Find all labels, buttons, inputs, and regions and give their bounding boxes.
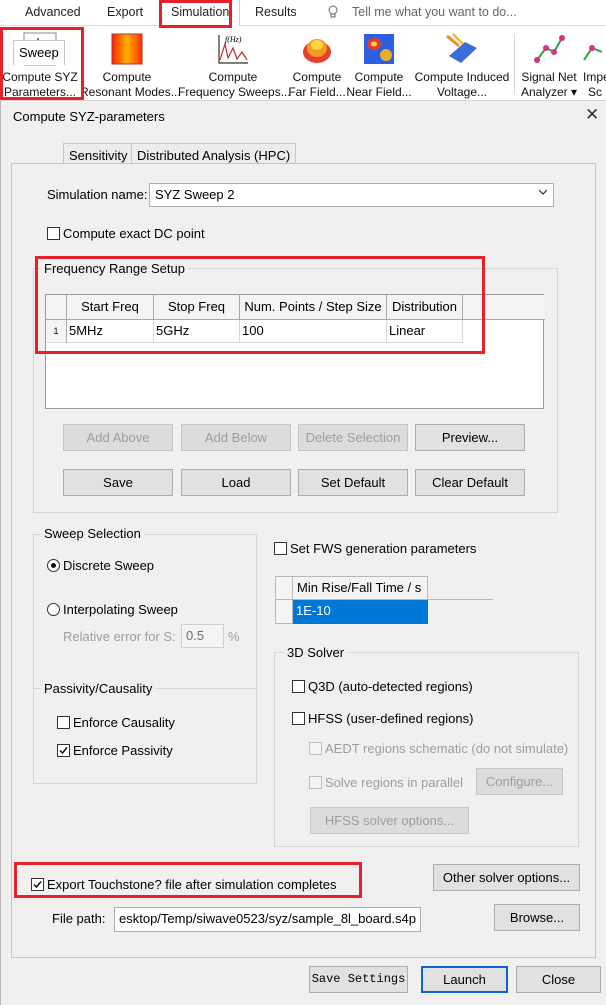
signal-net-analyzer-button[interactable]: Signal Net Analyzer ▾ (518, 26, 580, 100)
hfss-solver-options-button[interactable]: HFSS solver options... (310, 807, 469, 834)
file-path-input[interactable]: esktop/Temp/siwave0523/syz/sample_8l_boa… (114, 907, 421, 932)
cell-start-freq[interactable]: 5MHz (67, 320, 154, 343)
compute-dc-point-checkbox[interactable] (47, 227, 60, 240)
hfss-checkbox[interactable] (292, 712, 305, 725)
interpolating-sweep-label: Interpolating Sweep (63, 602, 178, 617)
close-button[interactable]: Close (516, 966, 601, 993)
fws-parameters-label: Set FWS generation parameters (290, 541, 477, 556)
browse-button[interactable]: Browse... (494, 904, 580, 931)
passivity-title: Passivity/Causality (41, 681, 156, 696)
aedt-schematic-checkbox[interactable] (309, 742, 322, 755)
fws-table: Min Rise/Fall Time / s 1E-10 (275, 576, 493, 624)
discrete-sweep-label: Discrete Sweep (63, 558, 155, 573)
compute-induced-voltage-button[interactable]: Compute Induced Voltage... (412, 26, 512, 100)
cell-distribution[interactable]: Linear (387, 320, 463, 343)
tab-results[interactable]: Results (255, 5, 297, 19)
relative-error-unit: % (228, 629, 240, 644)
column-start-freq: Start Freq (67, 295, 154, 320)
compute-near-field-button[interactable]: Compute Near Field... (346, 26, 412, 100)
solver-3d-title: 3D Solver (284, 645, 348, 660)
tab-export[interactable]: Export (107, 5, 143, 19)
enforce-causality-checkbox[interactable] (57, 716, 70, 729)
tab-sweep[interactable]: Sweep (13, 40, 65, 65)
export-touchstone-checkbox[interactable] (31, 878, 44, 891)
interpolating-sweep-radio[interactable] (47, 603, 60, 616)
load-button[interactable]: Load (181, 469, 291, 496)
q3d-checkbox[interactable] (292, 680, 305, 693)
add-below-button[interactable]: Add Below (181, 424, 291, 451)
ribbon-menu-bar: Advanced Export Simulation Results Tell … (0, 0, 606, 27)
preview-button[interactable]: Preview... (415, 424, 525, 451)
frequency-range-title: Frequency Range Setup (41, 261, 188, 276)
cell-num-points[interactable]: 100 (240, 320, 387, 343)
discrete-sweep-radio[interactable] (47, 559, 60, 572)
resonant-modes-icon (111, 33, 143, 65)
impedance-icon (583, 45, 603, 61)
frequency-range-table: Start Freq Stop Freq Num. Points / Step … (45, 294, 545, 409)
close-icon[interactable]: ✕ (585, 105, 599, 125)
far-field-icon (303, 39, 331, 63)
simulation-name-label: Simulation name: (47, 187, 148, 202)
delete-selection-button[interactable]: Delete Selection (298, 424, 408, 451)
column-num-points: Num. Points / Step Size (240, 295, 387, 320)
row-index: 1 (46, 320, 67, 343)
save-settings-button[interactable]: Save Settings (309, 966, 408, 993)
passivity-group (33, 688, 257, 784)
check-icon (59, 747, 68, 755)
impedance-scan-button[interactable]: Impe Sc (580, 26, 606, 100)
cell-min-rise-time[interactable]: 1E-10 (293, 600, 428, 624)
launch-button[interactable]: Launch (421, 966, 508, 993)
compute-far-field-button[interactable]: Compute Far Field... (288, 26, 346, 100)
simulation-name-select[interactable]: SYZ Sweep 2 (149, 183, 554, 207)
column-min-rise-time: Min Rise/Fall Time / s (293, 576, 428, 600)
column-distribution: Distribution (387, 295, 463, 320)
hfss-label: HFSS (user-defined regions) (308, 711, 474, 726)
signal-net-analyzer-icon (534, 35, 565, 63)
configure-button[interactable]: Configure... (476, 768, 563, 795)
solve-parallel-checkbox[interactable] (309, 776, 322, 789)
compute-frequency-sweeps-button[interactable]: f(Hz) Compute Frequency Sweeps... (178, 26, 291, 100)
frequency-sweep-icon: f(Hz) (218, 35, 248, 64)
aedt-schematic-label: AEDT regions schematic (do not simulate) (325, 741, 569, 756)
save-button[interactable]: Save (63, 469, 173, 496)
tab-advanced[interactable]: Advanced (25, 5, 81, 19)
add-above-button[interactable]: Add Above (63, 424, 173, 451)
column-stop-freq: Stop Freq (154, 295, 240, 320)
export-touchstone-label: Export Touchstone? file after simulation… (47, 877, 337, 892)
chevron-down-icon (539, 189, 547, 195)
lightbulb-icon (328, 5, 338, 18)
solve-parallel-label: Solve regions in parallel (325, 775, 464, 790)
cell-stop-freq[interactable]: 5GHz (154, 320, 240, 343)
tab-simulation[interactable]: Simulation (160, 0, 241, 27)
compute-resonant-modes-button[interactable]: Compute Resonant Modes... (80, 26, 181, 100)
q3d-label: Q3D (auto-detected regions) (308, 679, 473, 694)
fws-parameters-checkbox[interactable] (274, 542, 287, 555)
relative-error-input[interactable]: 0.5 (181, 624, 224, 648)
enforce-passivity-label: Enforce Passivity (73, 743, 173, 758)
ribbon-toolbar: Compute SYZ Parameters... Compute Resona… (0, 26, 606, 101)
svg-text:f(Hz): f(Hz) (225, 35, 242, 44)
compute-dc-point-label: Compute exact DC point (63, 226, 205, 241)
check-icon (33, 881, 42, 889)
clear-default-button[interactable]: Clear Default (415, 469, 525, 496)
other-solver-options-button[interactable]: Other solver options... (433, 864, 580, 891)
relative-error-label: Relative error for S: (63, 629, 176, 644)
enforce-causality-label: Enforce Causality (73, 715, 175, 730)
set-default-button[interactable]: Set Default (298, 469, 408, 496)
file-path-label: File path: (52, 911, 106, 926)
enforce-passivity-checkbox[interactable] (57, 744, 70, 757)
induced-voltage-icon (446, 33, 477, 63)
dialog-title: Compute SYZ-parameters (13, 109, 165, 124)
sweep-selection-title: Sweep Selection (41, 526, 144, 541)
tell-me-search[interactable]: Tell me what you want to do... (352, 5, 517, 19)
near-field-icon (364, 34, 394, 64)
